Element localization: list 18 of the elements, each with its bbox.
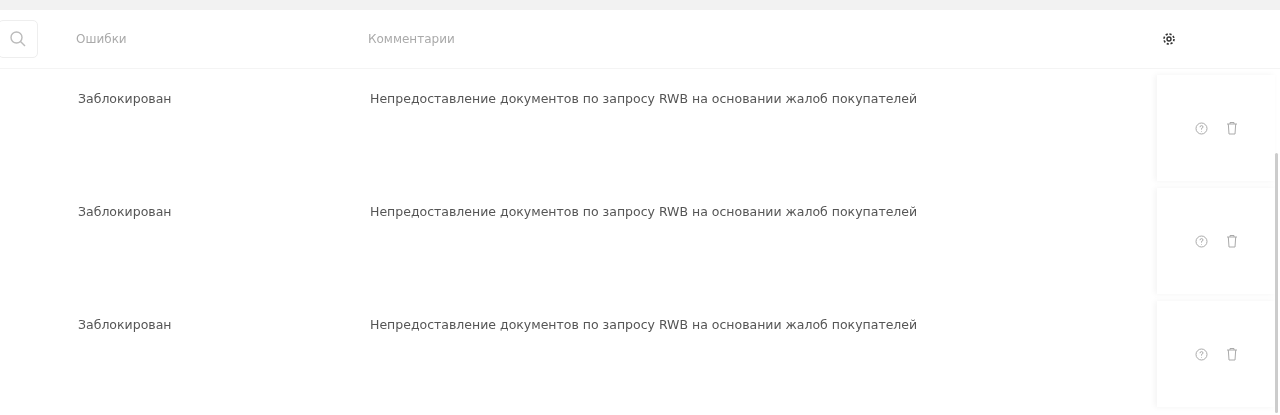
trash-icon[interactable]	[1225, 234, 1238, 248]
table-cell-text: Непредоставление документов по запросу RWB на основании жалоб покупателей	[370, 91, 919, 106]
help-icon[interactable]	[1194, 347, 1208, 361]
table-cell-text: Заблокирован	[78, 317, 173, 332]
trash-icon[interactable]	[1225, 347, 1238, 361]
settings-icon[interactable]	[1162, 32, 1176, 46]
table-cell-text: Непредоставление документов по запросу RWB на основании жалоб покупателей	[370, 204, 919, 219]
search-icon	[9, 30, 27, 48]
scrollbar[interactable]	[1275, 153, 1278, 413]
table-cell-text: Заблокирован	[78, 204, 173, 219]
column-header: Ошибки	[76, 32, 128, 46]
table-cell-text: Непредоставление документов по запросу RWB на основании жалоб покупателей	[370, 317, 919, 332]
table-cell-text: Заблокирован	[78, 91, 173, 106]
help-icon[interactable]	[1194, 121, 1208, 135]
trash-icon[interactable]	[1225, 121, 1238, 135]
search-button[interactable]	[0, 20, 38, 58]
help-icon[interactable]	[1194, 234, 1208, 248]
column-header: Комментарии	[368, 32, 456, 46]
